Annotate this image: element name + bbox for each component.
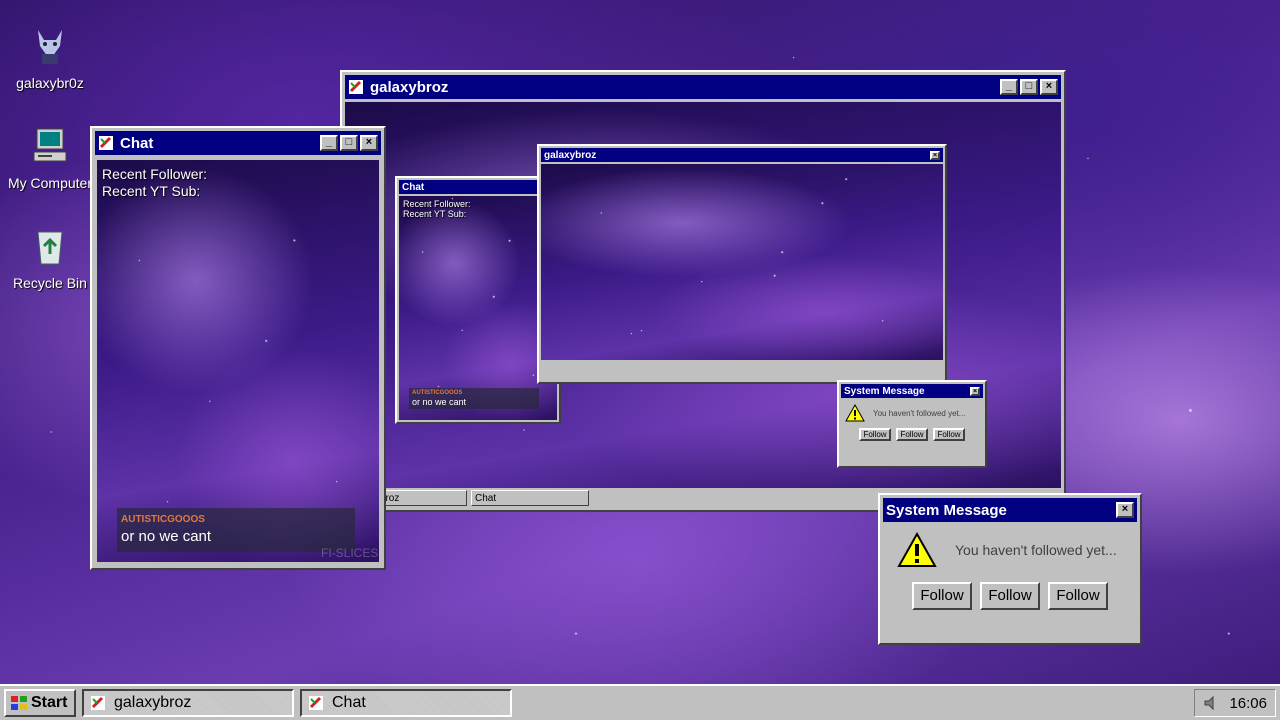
nested-window-title: System Message: [844, 385, 925, 397]
nested-message-text: You haven't followed yet...: [873, 408, 966, 418]
nested-title-bar: System Message ×: [841, 384, 983, 398]
watermark: FI-SLICES: [321, 546, 379, 560]
follow-button[interactable]: Follow: [1048, 582, 1108, 610]
taskbar-item-chat[interactable]: Chat: [300, 689, 512, 717]
start-label: Start: [31, 694, 68, 711]
button-row: Follow Follow Follow: [883, 582, 1137, 610]
clock[interactable]: 16:06: [1229, 695, 1267, 712]
speaker-icon[interactable]: [1203, 695, 1219, 711]
app-icon: [349, 80, 363, 94]
nested-window-title: galaxybroz: [544, 149, 597, 161]
minimize-button[interactable]: _: [320, 135, 338, 151]
desktop-icon-label: My Computer: [7, 175, 93, 191]
stream-preview: Chat × Recent Follower: Recent YT Sub: A…: [345, 102, 1061, 488]
nested-task-chat: Chat: [471, 490, 589, 506]
computer-icon: [33, 128, 67, 162]
nested-window-title: Chat: [402, 181, 425, 193]
nested-follow-button: Follow: [896, 428, 928, 441]
warning-icon: [897, 532, 937, 567]
windows-logo-icon: [11, 696, 27, 710]
title-bar[interactable]: System Message ×: [883, 498, 1137, 522]
nested-close-button: ×: [930, 150, 940, 160]
nested-close-button: ×: [970, 386, 980, 396]
nested-recent-follower: Recent Follower:: [403, 199, 471, 209]
task-label: galaxybroz: [114, 694, 192, 711]
nested-close-button: ×: [544, 182, 554, 192]
nested-preview: [541, 164, 943, 360]
nested-system-message: System Message × You haven't followed ye…: [837, 380, 987, 468]
nested-chat-window: Chat × Recent Follower: Recent YT Sub: A…: [395, 176, 561, 424]
nested-chat-area: Recent Follower: Recent YT Sub: AUTISTIC…: [399, 196, 557, 420]
window-title: galaxybroz: [370, 78, 449, 96]
chat-username: AUTISTICGOOOS: [121, 514, 205, 525]
app-icon: [309, 696, 323, 710]
nested-title-bar: Chat ×: [399, 180, 557, 194]
message-body: You haven't followed yet...: [883, 522, 1137, 568]
maximize-button[interactable]: □: [340, 135, 358, 151]
title-bar[interactable]: Chat _ □ ×: [95, 131, 381, 155]
wolf-avatar-icon: [38, 30, 62, 64]
chat-message-text: or no we cant: [121, 528, 212, 545]
desktop-icon-my-computer[interactable]: My Computer: [2, 126, 98, 191]
chat-message: AUTISTICGOOOS or no we cant: [117, 508, 355, 552]
desktop-icon-recycle-bin[interactable]: Recycle Bin: [2, 226, 98, 291]
message-text: You haven't followed yet...: [955, 542, 1117, 558]
nested-chat-username: AUTISTICGOOOS: [412, 390, 463, 396]
maximize-button[interactable]: □: [1020, 79, 1038, 95]
recycle-bin-icon: [37, 231, 63, 265]
app-icon: [99, 136, 113, 150]
recent-follower-label: Recent Follower:: [102, 166, 208, 182]
chat-area: Recent Follower: Recent YT Sub: AUTISTIC…: [97, 160, 379, 562]
desktop-icon-label: Recycle Bin: [13, 275, 87, 291]
desktop-icon-galaxybr0z[interactable]: galaxybr0z: [2, 26, 98, 91]
taskbar-item-galaxybroz[interactable]: galaxybroz: [82, 689, 294, 717]
nested-title-bar: galaxybroz ×: [541, 148, 943, 162]
desktop-icon-label: galaxybr0z: [16, 75, 84, 91]
system-message-dialog[interactable]: System Message × You haven't followed ye…: [878, 493, 1142, 645]
nested-galaxybroz-window: galaxybroz ×: [537, 144, 947, 384]
taskbar: Start galaxybroz Chat 16:06: [0, 684, 1280, 720]
follow-button[interactable]: Follow: [912, 582, 972, 610]
close-button[interactable]: ×: [1040, 79, 1058, 95]
system-tray: 16:06: [1194, 689, 1276, 717]
close-button[interactable]: ×: [360, 135, 378, 151]
nested-recent-sub: Recent YT Sub:: [403, 209, 467, 219]
task-label: Chat: [332, 694, 366, 711]
nested-chat-message: AUTISTICGOOOS or no we cant: [409, 388, 539, 409]
nested-follow-button: Follow: [859, 428, 891, 441]
nested-follow-button: Follow: [933, 428, 965, 441]
dialog-title: System Message: [886, 501, 1007, 519]
app-icon: [91, 696, 105, 710]
window-title: Chat: [120, 134, 154, 152]
close-button[interactable]: ×: [1116, 502, 1134, 518]
start-button[interactable]: Start: [4, 689, 76, 717]
minimize-button[interactable]: _: [1000, 79, 1018, 95]
follow-button[interactable]: Follow: [980, 582, 1040, 610]
recent-sub-label: Recent YT Sub:: [102, 183, 201, 199]
title-bar[interactable]: galaxybroz _ □ ×: [345, 75, 1061, 99]
chat-window[interactable]: Chat _ □ × Recent Follower: Recent YT Su…: [90, 126, 386, 570]
warning-icon: [845, 404, 865, 422]
galaxybroz-window[interactable]: galaxybroz _ □ × Chat × Recent Follower:…: [340, 70, 1066, 512]
nested-chat-text: or no we cant: [412, 397, 467, 407]
